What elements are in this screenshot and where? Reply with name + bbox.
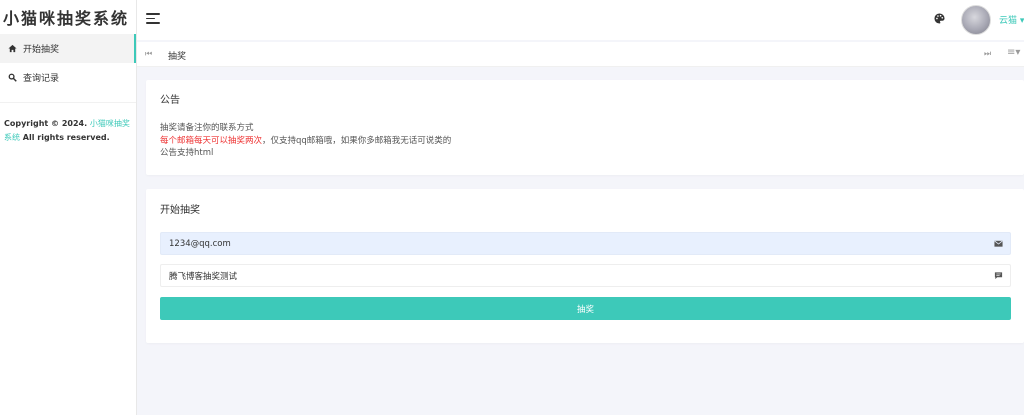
search-icon (5, 73, 19, 82)
draw-button[interactable]: 抽奖 (160, 297, 1011, 320)
notice-line-1: 抽奖请备注你的联系方式 (160, 123, 254, 133)
home-icon (5, 44, 19, 53)
sidebar: 小猫咪抽奖系统 开始抽奖 查询记录 Copyright © 2024. 小猫咪抽… (0, 0, 137, 415)
notice-highlight: 每个邮箱每天可以抽奖两次 (160, 135, 263, 146)
notice-line-2-rest: ，仅支持qq邮箱哦，如果你多邮箱我无话可说类的 (262, 135, 452, 146)
email-value: 1234@qq.com (169, 238, 231, 249)
notice-line-3: 公告支持html (160, 148, 214, 158)
mail-icon (994, 240, 1003, 247)
draw-card: 开始抽奖 1234@qq.com 腾飞博客抽奖测试 抽奖 (146, 189, 1024, 343)
tab-scroll-left-icon[interactable]: ⏮ (145, 49, 152, 59)
tab-draw[interactable]: 抽奖 (168, 49, 186, 62)
comment-icon (994, 272, 1003, 280)
notice-card: 公告 抽奖请备注你的联系方式 每个邮箱每天可以抽奖两次，仅支持qq邮箱哦，如果你… (146, 80, 1024, 175)
notice-line-2: 每个邮箱每天可以抽奖两次，仅支持qq邮箱哦，如果你多邮箱我无话可说类的 (160, 135, 451, 148)
notice-title: 公告 (160, 95, 180, 106)
tab-menu-icon[interactable]: ≡▾ (1007, 47, 1020, 58)
hamburger-icon[interactable] (146, 13, 160, 25)
message-field[interactable]: 腾飞博客抽奖测试 (160, 264, 1011, 287)
tab-scroll-right-icon[interactable]: ⏭ (984, 49, 991, 59)
palette-icon[interactable] (934, 13, 945, 24)
sidebar-item-label: 开始抽奖 (23, 45, 60, 55)
notice-body: 抽奖请备注你的联系方式 每个邮箱每天可以抽奖两次，仅支持qq邮箱哦，如果你多邮箱… (160, 122, 451, 160)
message-value: 腾飞博客抽奖测试 (169, 271, 238, 282)
tab-bar: ⏮ 抽奖 ⏭ ≡▾ (137, 42, 1024, 67)
sidebar-item-query-records[interactable]: 查询记录 (0, 63, 136, 92)
copyright: Copyright © 2024. 小猫咪抽奖系统 All rights res… (0, 103, 136, 145)
top-bar: 云猫 ▾ (137, 0, 1024, 40)
app-logo[interactable]: 小猫咪抽奖系统 (0, 0, 136, 34)
copyright-prefix: Copyright © 2024. (4, 119, 88, 128)
avatar[interactable] (961, 5, 991, 35)
draw-title: 开始抽奖 (160, 205, 200, 216)
copyright-suffix: All rights reserved. (22, 133, 110, 142)
sidebar-item-start-draw[interactable]: 开始抽奖 (0, 34, 136, 63)
email-field[interactable]: 1234@qq.com (160, 232, 1011, 255)
sidebar-item-label: 查询记录 (23, 74, 60, 84)
user-menu[interactable]: 云猫 ▾ (999, 13, 1024, 26)
